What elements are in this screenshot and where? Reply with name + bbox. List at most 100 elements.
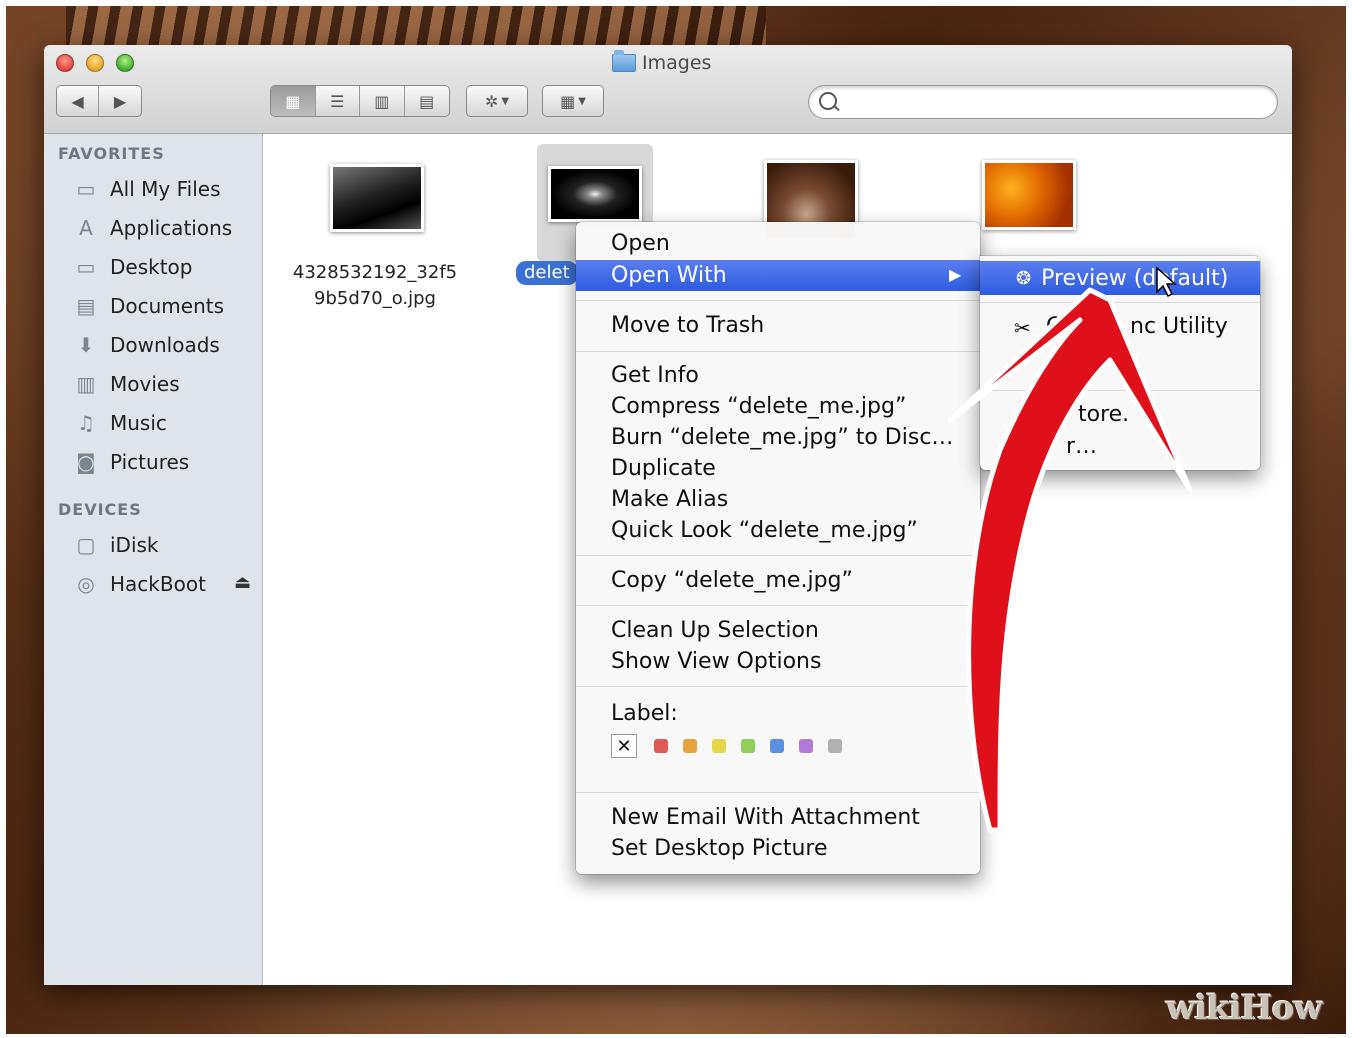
menu-item-clean-up[interactable]: Clean Up Selection <box>611 615 819 646</box>
menu-item-make-alias[interactable]: Make Alias <box>611 484 728 515</box>
sidebar-item-all-my-files[interactable]: ▭ All My Files <box>72 174 221 204</box>
sidebar-item-music[interactable]: ♫ Music <box>72 408 167 438</box>
submenu-arrow-icon: ▶ <box>949 265 962 284</box>
arrange-icon: ▦ <box>560 91 576 111</box>
file-name-line: 4328532192_32f5 <box>292 262 458 283</box>
eject-icon[interactable]: ⏏ <box>234 572 251 593</box>
submenu-item-utility[interactable]: nc Utility <box>1130 314 1228 339</box>
sidebar-item-hackboot[interactable]: ◎ HackBoot <box>72 569 206 599</box>
selected-file-name[interactable]: delet <box>516 261 578 285</box>
chevron-down-icon: ▼ <box>578 95 586 107</box>
window-title: Images <box>612 50 712 75</box>
sidebar: FAVORITES ▭ All My Files A Applications … <box>44 134 263 985</box>
zoom-button[interactable] <box>116 54 134 72</box>
label-green-button[interactable] <box>741 739 755 753</box>
sidebar-item-pictures[interactable]: ◙ Pictures <box>72 447 189 477</box>
label-yellow-button[interactable] <box>712 739 726 753</box>
label-none-button[interactable]: ✕ <box>611 734 637 758</box>
movies-icon: ▥ <box>76 372 96 396</box>
pictures-icon: ◙ <box>76 450 96 474</box>
file-name[interactable]: 4328532192_32f5 9b5d70_o.jpg <box>275 260 475 312</box>
list-view-button[interactable]: ☰ <box>316 86 360 116</box>
close-button[interactable] <box>56 54 74 72</box>
menu-item-label: Open With <box>611 263 727 288</box>
context-menu: Open Open With ▶ Move to Trash Get Info … <box>576 222 980 874</box>
column-view-button[interactable]: ▥ <box>360 86 405 116</box>
menu-item-set-desktop-picture[interactable]: Set Desktop Picture <box>611 833 828 864</box>
file-name-line: 9b5d70_o.jpg <box>314 288 436 309</box>
submenu-item-partial-store[interactable]: tore. <box>1078 402 1129 427</box>
window-title-text: Images <box>642 52 712 74</box>
file-thumbnail[interactable] <box>982 160 1076 230</box>
file-thumbnail-selected[interactable] <box>548 166 642 222</box>
downloads-icon: ⬇ <box>77 333 95 357</box>
devices-header: DEVICES <box>58 500 142 519</box>
chevron-left-icon: ◀ <box>71 91 84 111</box>
menu-item-duplicate[interactable]: Duplicate <box>611 453 716 484</box>
file-thumbnail[interactable] <box>330 164 424 232</box>
open-with-submenu: ❂ Preview (default) ✂ C nc Utility A tor… <box>980 256 1260 470</box>
sidebar-item-label: HackBoot <box>110 572 206 596</box>
arrange-menu-button[interactable]: ▦ ▼ <box>542 85 604 117</box>
submenu-item-partial-c[interactable]: C <box>1046 314 1061 339</box>
chevron-down-icon: ▼ <box>501 95 510 107</box>
sidebar-item-movies[interactable]: ▥ Movies <box>72 369 180 399</box>
back-forward-control: ◀ ▶ <box>56 85 142 117</box>
search-field[interactable] <box>808 85 1278 119</box>
cover-flow-button[interactable]: ▤ <box>405 86 449 116</box>
submenu-item-partial-other[interactable]: r… <box>1066 434 1097 459</box>
menu-item-open-with[interactable]: Open With ▶ <box>576 260 980 291</box>
sidebar-item-applications[interactable]: A Applications <box>72 213 232 243</box>
menu-separator <box>576 555 980 556</box>
sidebar-item-label: Movies <box>110 372 180 396</box>
sidebar-item-label: All My Files <box>110 177 221 201</box>
list-icon: ☰ <box>330 91 345 111</box>
sidebar-item-idisk[interactable]: ▢ iDisk <box>72 530 159 560</box>
documents-icon: ▤ <box>76 294 96 318</box>
menu-item-get-info[interactable]: Get Info <box>611 360 699 391</box>
menu-item-open[interactable]: Open <box>611 228 670 259</box>
back-button[interactable]: ◀ <box>57 86 100 116</box>
favorites-header: FAVORITES <box>58 144 165 163</box>
search-icon <box>819 92 837 110</box>
menu-separator <box>576 792 980 793</box>
menu-item-new-email[interactable]: New Email With Attachment <box>611 802 920 833</box>
label-orange-button[interactable] <box>683 739 697 753</box>
forward-button[interactable]: ▶ <box>99 86 141 116</box>
submenu-item-partial-a[interactable]: A <box>1014 402 1029 427</box>
sidebar-item-desktop[interactable]: ▭ Desktop <box>72 252 193 282</box>
menu-item-burn[interactable]: Burn “delete_me.jpg” to Disc… <box>611 422 953 453</box>
submenu-item-label: Preview (default) <box>1041 265 1229 291</box>
label-purple-button[interactable] <box>799 739 813 753</box>
music-icon: ♫ <box>77 411 95 435</box>
applications-icon: A <box>79 216 93 240</box>
menu-item-compress[interactable]: Compress “delete_me.jpg” <box>611 391 906 422</box>
menu-item-show-view-options[interactable]: Show View Options <box>611 646 821 677</box>
chevron-right-icon: ▶ <box>113 91 127 111</box>
submenu-item-partial-c2[interactable]: C <box>1014 434 1029 459</box>
label-red-button[interactable] <box>654 739 668 753</box>
icon-view-button[interactable]: ▦ <box>271 86 316 116</box>
label-blue-button[interactable] <box>770 739 784 753</box>
minimize-button[interactable] <box>86 54 104 72</box>
label-gray-button[interactable] <box>828 739 842 753</box>
wikihow-watermark: wikiHow <box>1166 988 1323 1028</box>
disk-icon: ◎ <box>77 572 95 596</box>
action-menu-button[interactable]: ✲ ▼ <box>466 85 528 117</box>
menu-label-header: Label: <box>611 701 678 726</box>
sidebar-item-documents[interactable]: ▤ Documents <box>72 291 225 321</box>
preview-app-icon: ❂ <box>1016 267 1032 289</box>
menu-separator <box>576 605 980 606</box>
menu-item-quick-look[interactable]: Quick Look “delete_me.jpg” <box>611 515 918 546</box>
sidebar-item-downloads[interactable]: ⬇ Downloads <box>72 330 220 360</box>
desktop-icon: ▭ <box>76 255 96 279</box>
sidebar-item-label: Music <box>110 411 167 435</box>
folder-icon <box>612 50 636 72</box>
all-files-icon: ▭ <box>76 177 96 201</box>
menu-separator <box>576 351 980 352</box>
menu-item-move-to-trash[interactable]: Move to Trash <box>611 310 764 341</box>
sidebar-item-label: Documents <box>110 294 225 318</box>
submenu-item-preview[interactable]: ❂ Preview (default) <box>980 261 1260 295</box>
menu-item-copy[interactable]: Copy “delete_me.jpg” <box>611 565 853 596</box>
columns-icon: ▥ <box>374 91 390 111</box>
